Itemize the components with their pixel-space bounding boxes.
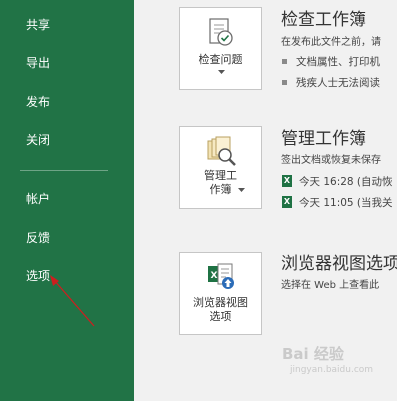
inspect-title: 检查工作簿: [281, 10, 366, 30]
annotation-arrow-icon: [50, 275, 95, 327]
excel-file-icon: X: [282, 196, 292, 208]
nav-share[interactable]: 共享: [26, 17, 50, 33]
inspect-issues-label: 检查问题: [198, 53, 243, 66]
browser-view-title: 浏览器视图选项: [281, 254, 397, 274]
chevron-down-icon: [218, 70, 225, 74]
nav-publish[interactable]: 发布: [26, 94, 50, 110]
browser-view-options-label: 浏览器视图 选项: [193, 296, 248, 323]
watermark: Bai 经验: [282, 345, 344, 363]
manage-title: 管理工作簿: [281, 129, 366, 149]
inspect-issues-button[interactable]: 检查问题: [179, 7, 262, 90]
nav-feedback[interactable]: 反馈: [26, 230, 50, 246]
browser-view-description: 选择在 Web 上查看此: [281, 280, 380, 291]
svg-text:X: X: [211, 271, 218, 281]
inspect-bullet: 文档属性、打印机: [282, 55, 380, 69]
nav-export[interactable]: 导出: [26, 55, 50, 71]
manage-workbook-label: 管理工 作簿: [204, 169, 237, 196]
browser-view-options-button[interactable]: X 浏览器视图 选项: [179, 252, 262, 335]
nav-close[interactable]: 关闭: [26, 132, 50, 148]
manage-versions-icon: [207, 136, 236, 166]
chevron-down-icon: [238, 188, 245, 192]
manage-description: 签出文档或恢复未保存: [281, 155, 381, 166]
inspect-description: 在发布此文件之前，请: [281, 37, 381, 48]
inspect-document-icon: [209, 18, 233, 46]
inspect-bullet: 残疾人士无法阅读: [282, 76, 380, 90]
info-content-panel: 检查问题 检查工作簿 在发布此文件之前，请 文档属性、打印机 残疾人士无法阅读 …: [134, 0, 397, 401]
nav-account[interactable]: 帐户: [26, 191, 50, 207]
version-item[interactable]: X 今天 16:28 (自动恢: [282, 175, 393, 189]
excel-browser-icon: X: [208, 263, 234, 289]
bullet-icon: [282, 58, 287, 64]
excel-file-icon: X: [282, 175, 292, 187]
manage-workbook-button[interactable]: 管理工 作簿: [179, 126, 262, 209]
backstage-sidebar: 共享 导出 发布 关闭 帐户 反馈 选项: [0, 0, 134, 401]
version-item[interactable]: X 今天 11:05 (当我关: [282, 196, 393, 210]
sidebar-divider: [20, 170, 108, 171]
bullet-icon: [282, 79, 287, 85]
watermark-url: jingyan.baidu.com: [290, 365, 374, 375]
